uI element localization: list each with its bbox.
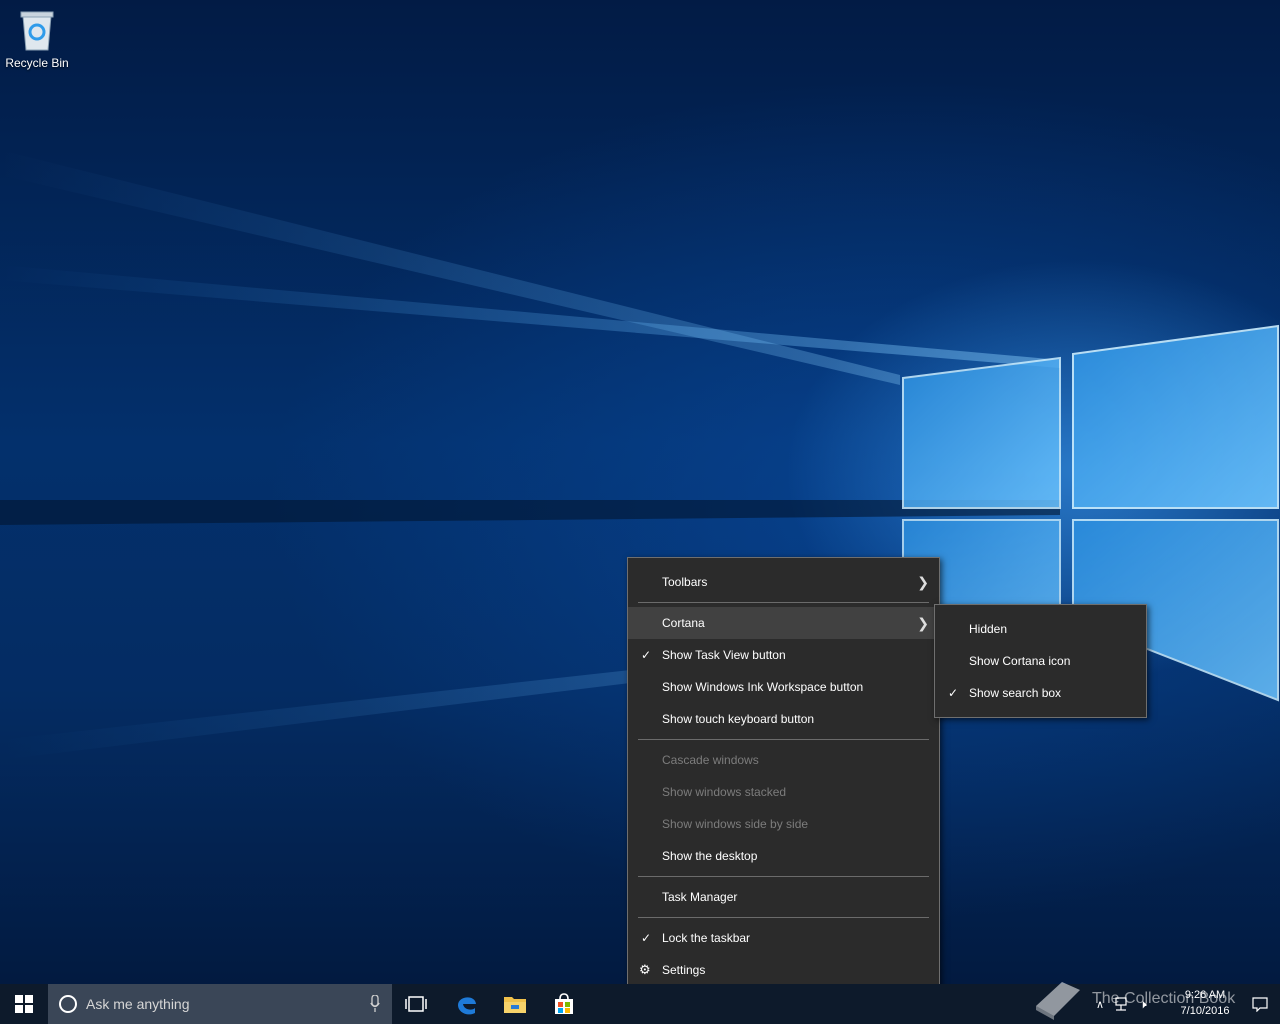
submenu-item-show-search-box[interactable]: ✓ Show search box [935, 677, 1146, 709]
search-placeholder: Ask me anything [86, 996, 190, 1012]
checkmark-icon: ✓ [947, 686, 959, 700]
task-view-icon [405, 996, 427, 1012]
chevron-right-icon: ❯ [917, 615, 929, 631]
submenu-item-hidden[interactable]: Hidden [935, 613, 1146, 645]
file-explorer-icon [504, 997, 526, 1013]
menu-item-cascade-windows: Cascade windows [628, 744, 939, 776]
menu-item-show-desktop[interactable]: Show the desktop [628, 840, 939, 872]
menu-item-label: Show touch keyboard button [662, 712, 815, 726]
watermark: The Collection Book [1030, 974, 1280, 1024]
start-button[interactable] [0, 984, 48, 1024]
menu-item-show-task-view[interactable]: ✓ Show Task View button [628, 639, 939, 671]
edge-taskbar-button[interactable] [443, 984, 491, 1024]
menu-item-label: Show windows stacked [662, 785, 787, 799]
recycle-bin-desktop-icon[interactable]: Recycle Bin [4, 8, 70, 70]
store-icon [555, 993, 573, 1014]
menu-item-label: Show Cortana icon [969, 654, 1071, 668]
menu-item-settings[interactable]: ⚙ Settings [628, 954, 939, 986]
chevron-right-icon: ❯ [917, 574, 929, 590]
taskbar-context-menu: Toolbars ❯ Cortana ❯ ✓ Show Task View bu… [627, 557, 940, 995]
menu-item-label: Cortana [662, 616, 705, 630]
menu-separator [638, 739, 929, 740]
menu-item-label: Toolbars [662, 575, 708, 589]
menu-item-show-ink-workspace[interactable]: Show Windows Ink Workspace button [628, 671, 939, 703]
menu-item-label: Cascade windows [662, 753, 759, 767]
cortana-submenu: Hidden Show Cortana icon ✓ Show search b… [934, 604, 1147, 718]
menu-separator [638, 917, 929, 918]
book-icon [1036, 982, 1080, 1020]
menu-item-label: Show search box [969, 686, 1062, 700]
menu-item-show-touch-keyboard[interactable]: Show touch keyboard button [628, 703, 939, 735]
menu-item-lock-taskbar[interactable]: ✓ Lock the taskbar [628, 922, 939, 954]
windows-logo-icon [15, 995, 33, 1013]
submenu-item-show-cortana-icon[interactable]: Show Cortana icon [935, 645, 1146, 677]
cortana-ring-icon [59, 995, 77, 1013]
recycle-bin-icon [20, 11, 54, 51]
menu-item-label: Settings [662, 963, 706, 977]
edge-icon [458, 997, 476, 1015]
checkmark-icon: ✓ [640, 931, 652, 945]
menu-item-label: Show Task View button [662, 648, 786, 662]
store-taskbar-button[interactable] [540, 984, 588, 1024]
menu-separator [638, 602, 929, 603]
menu-item-label: Show the desktop [662, 849, 758, 863]
menu-item-windows-side-by-side: Show windows side by side [628, 808, 939, 840]
menu-separator [638, 876, 929, 877]
watermark-text: The Collection Book [1092, 990, 1236, 1007]
menu-item-task-manager[interactable]: Task Manager [628, 881, 939, 913]
cortana-search-box[interactable]: Ask me anything [48, 984, 392, 1024]
menu-item-label: Hidden [969, 622, 1008, 636]
menu-item-windows-stacked: Show windows stacked [628, 776, 939, 808]
desktop-icon-label: Recycle Bin [5, 56, 69, 70]
menu-item-label: Show Windows Ink Workspace button [662, 680, 864, 694]
menu-item-cortana[interactable]: Cortana ❯ [628, 607, 939, 639]
task-view-button[interactable] [392, 984, 440, 1024]
menu-item-label: Show windows side by side [662, 817, 809, 831]
file-explorer-taskbar-button[interactable] [491, 984, 539, 1024]
menu-item-label: Lock the taskbar [662, 931, 751, 945]
checkmark-icon: ✓ [640, 648, 652, 662]
menu-item-toolbars[interactable]: Toolbars ❯ [628, 566, 939, 598]
menu-item-label: Task Manager [662, 890, 738, 904]
gear-icon: ⚙ [639, 962, 651, 977]
microphone-icon[interactable] [370, 995, 380, 1013]
